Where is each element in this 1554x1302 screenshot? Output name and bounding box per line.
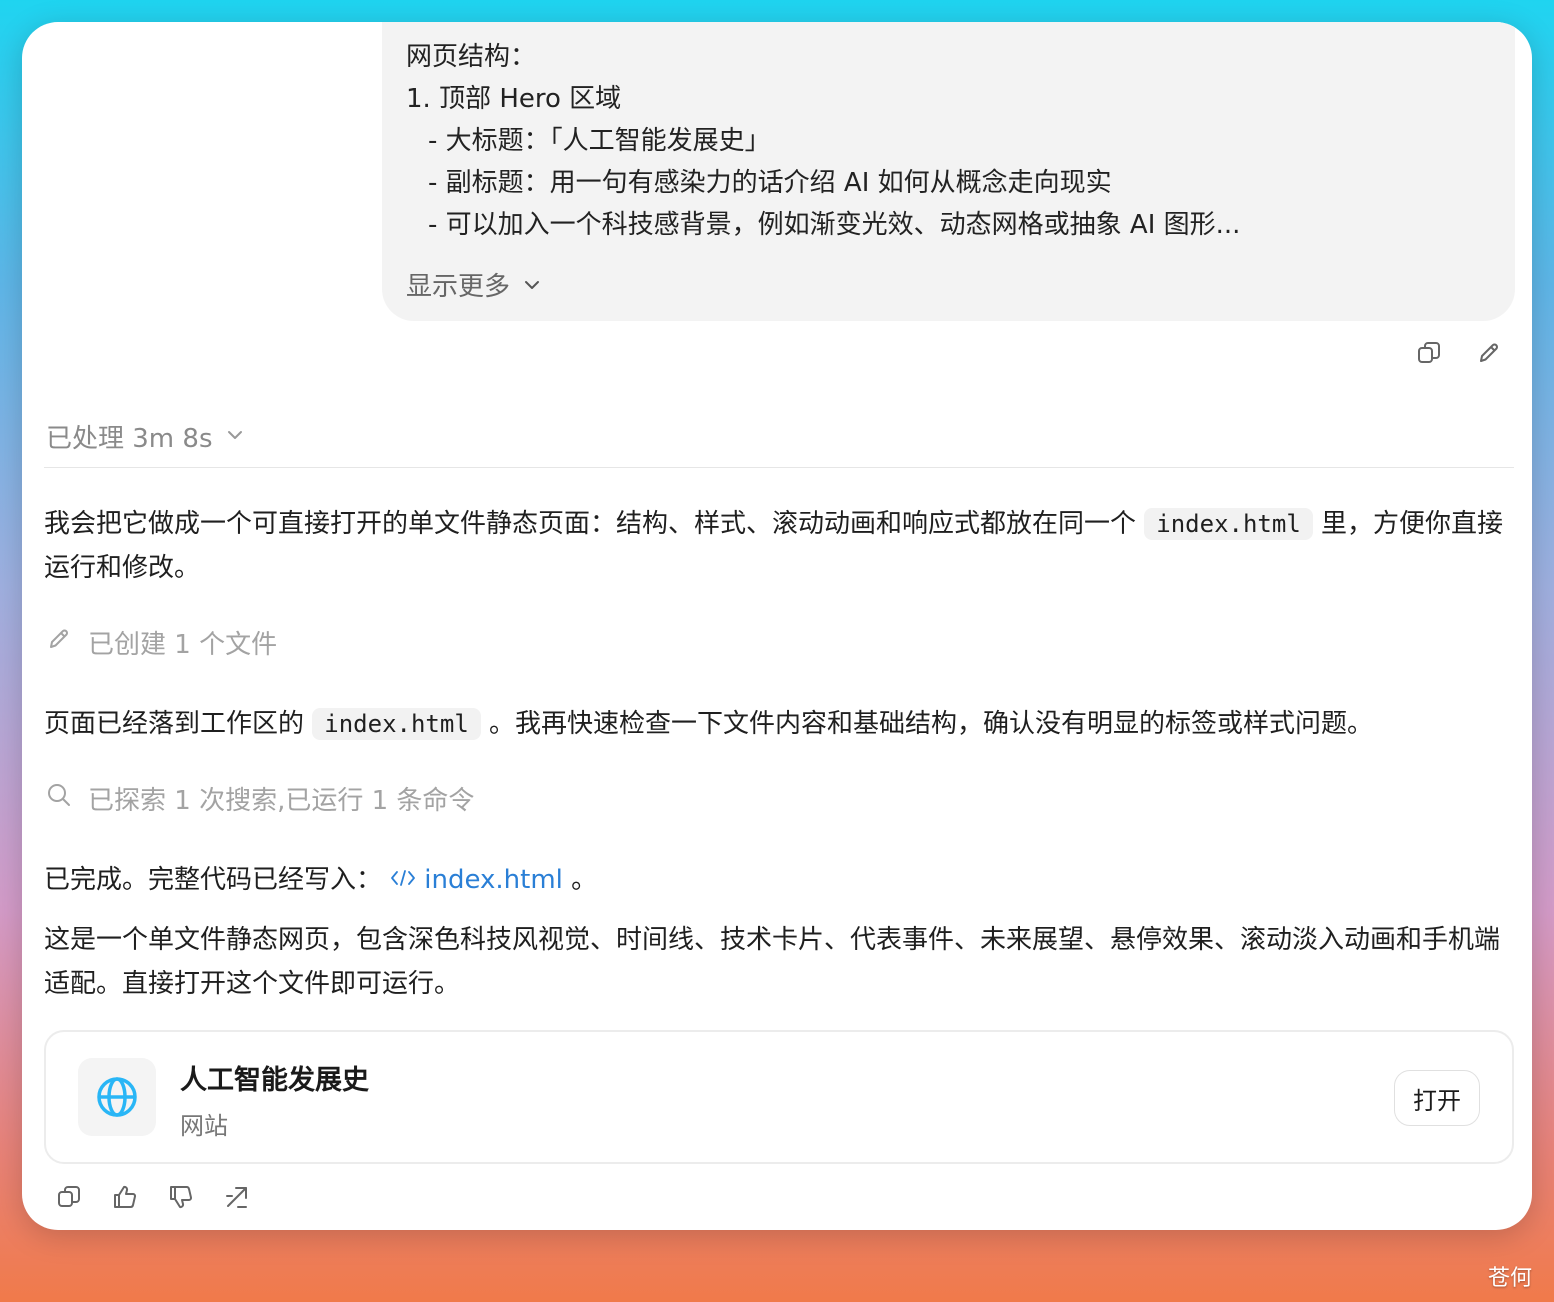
step-explored[interactable]: 已探索 1 次搜索,已运行 1 条命令	[46, 780, 474, 817]
processed-label: 已处理 3m 8s	[46, 424, 213, 454]
show-more-button[interactable]: 显示更多	[406, 266, 1491, 308]
card-title: 人工智能发展史	[180, 1065, 369, 1096]
search-icon	[46, 782, 72, 815]
website-card[interactable]: 人工智能发展史 网站 打开	[44, 1030, 1514, 1164]
bubble-line: - 副标题：用一句有感染力的话介绍 AI 如何从概念走向现实	[428, 168, 1112, 198]
paragraph-text: 。	[571, 865, 598, 895]
copy-icon[interactable]	[1416, 340, 1442, 366]
bubble-line: - 可以加入一个科技感背景，例如渐变光效、动态网格或抽象 AI 图形...	[428, 210, 1241, 240]
user-message-actions	[1416, 340, 1502, 366]
paragraph-text: 已完成。完整代码已经写入：	[44, 865, 383, 895]
inline-code: index.html	[1144, 508, 1313, 540]
step-created-files[interactable]: 已创建 1 个文件	[46, 624, 277, 661]
processed-toggle[interactable]: 已处理 3m 8s	[46, 418, 245, 455]
code-file-icon	[390, 858, 416, 902]
paragraph-text: 页面已经落到工作区的	[44, 709, 305, 739]
file-link-label: index.html	[424, 865, 563, 895]
chat-window: 网页结构： 1. 顶部 Hero 区域 - 大标题：「人工智能发展史」 - 副标…	[22, 22, 1532, 1230]
step-label: 已探索 1 次搜索,已运行 1 条命令	[88, 786, 475, 816]
assistant-paragraph: 我会把它做成一个可直接打开的单文件静态页面：结构、样式、滚动动画和响应式都放在同…	[44, 502, 1504, 590]
card-subtitle: 网站	[180, 1112, 228, 1140]
bubble-line: - 大标题：「人工智能发展史」	[428, 126, 771, 156]
user-message-bubble: 网页结构： 1. 顶部 Hero 区域 - 大标题：「人工智能发展史」 - 副标…	[382, 22, 1515, 321]
thumbs-down-icon[interactable]	[168, 1184, 194, 1210]
chevron-down-icon	[522, 266, 542, 308]
bubble-line: 网页结构：	[406, 42, 537, 72]
assistant-paragraph: 页面已经落到工作区的 index.html 。我再快速检查一下文件内容和基础结构…	[44, 702, 1504, 746]
share-icon[interactable]	[224, 1184, 250, 1210]
divider	[44, 467, 1514, 468]
show-more-label: 显示更多	[406, 272, 511, 302]
pencil-icon	[46, 626, 72, 659]
assistant-paragraph: 这是一个单文件静态网页，包含深色科技风视觉、时间线、技术卡片、代表事件、未来展望…	[44, 925, 1501, 999]
step-label: 已创建 1 个文件	[88, 630, 278, 660]
assistant-message-actions	[56, 1184, 250, 1210]
watermark: 苍何	[1487, 1266, 1532, 1291]
thumbs-up-icon[interactable]	[112, 1184, 138, 1210]
open-button[interactable]: 打开	[1394, 1070, 1480, 1126]
paragraph-text: 我会把它做成一个可直接打开的单文件静态页面：结构、样式、滚动动画和响应式都放在同…	[44, 509, 1137, 539]
file-link[interactable]: index.html	[390, 858, 563, 902]
chevron-down-icon	[225, 422, 245, 452]
assistant-paragraph: 已完成。完整代码已经写入： index.html 。	[44, 858, 1504, 902]
inline-code: index.html	[312, 708, 481, 740]
edit-pencil-icon[interactable]	[1476, 340, 1502, 366]
bubble-line: 1. 顶部 Hero 区域	[406, 84, 622, 114]
globe-icon	[78, 1058, 156, 1136]
copy-icon[interactable]	[56, 1184, 82, 1210]
paragraph-text: 。我再快速检查一下文件内容和基础结构，确认没有明显的标签或样式问题。	[489, 709, 1374, 739]
